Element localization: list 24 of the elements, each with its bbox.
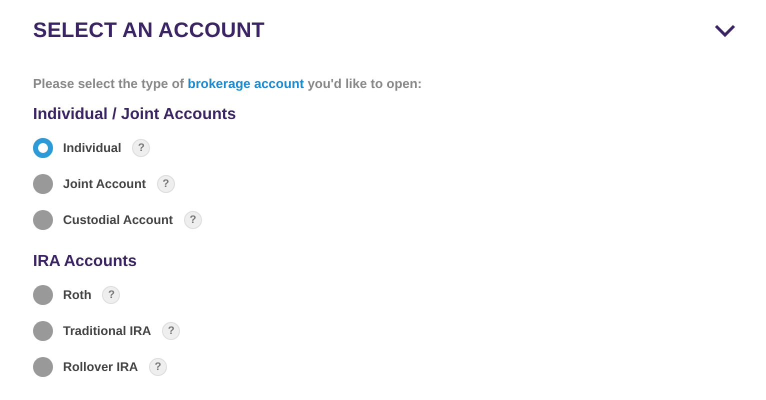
radio-button[interactable]	[33, 210, 53, 230]
help-button[interactable]: ?	[102, 286, 120, 304]
help-button[interactable]: ?	[132, 139, 150, 157]
group-heading: IRA Accounts	[33, 253, 138, 271]
brokerage-account-link[interactable]: brokerage account	[188, 76, 304, 91]
help-button[interactable]: ?	[162, 322, 180, 340]
instruction-text: Please select the type of brokerage account you'd like to open:	[33, 76, 423, 91]
help-button[interactable]: ?	[156, 175, 175, 193]
option-label[interactable]: Roth	[63, 288, 92, 302]
radio-button[interactable]	[33, 321, 53, 341]
help-button[interactable]: ?	[184, 211, 202, 229]
chevron-icon[interactable]	[714, 24, 736, 38]
option-label[interactable]: Rollover IRA	[63, 360, 138, 374]
radio-button[interactable]	[33, 174, 53, 194]
group-heading: Individual / Joint Accounts	[33, 106, 237, 124]
radio-button[interactable]	[33, 138, 53, 158]
option-label[interactable]: Joint Account	[63, 177, 146, 191]
option-label[interactable]: Individual	[63, 141, 122, 155]
option-label[interactable]: Custodial Account	[63, 213, 173, 227]
radio-button[interactable]	[33, 285, 53, 305]
radio-button[interactable]	[33, 357, 53, 377]
section-title: SELECT AN ACCOUNT	[33, 19, 265, 43]
option-label[interactable]: Traditional IRA	[63, 324, 152, 338]
help-button[interactable]: ?	[149, 358, 168, 376]
